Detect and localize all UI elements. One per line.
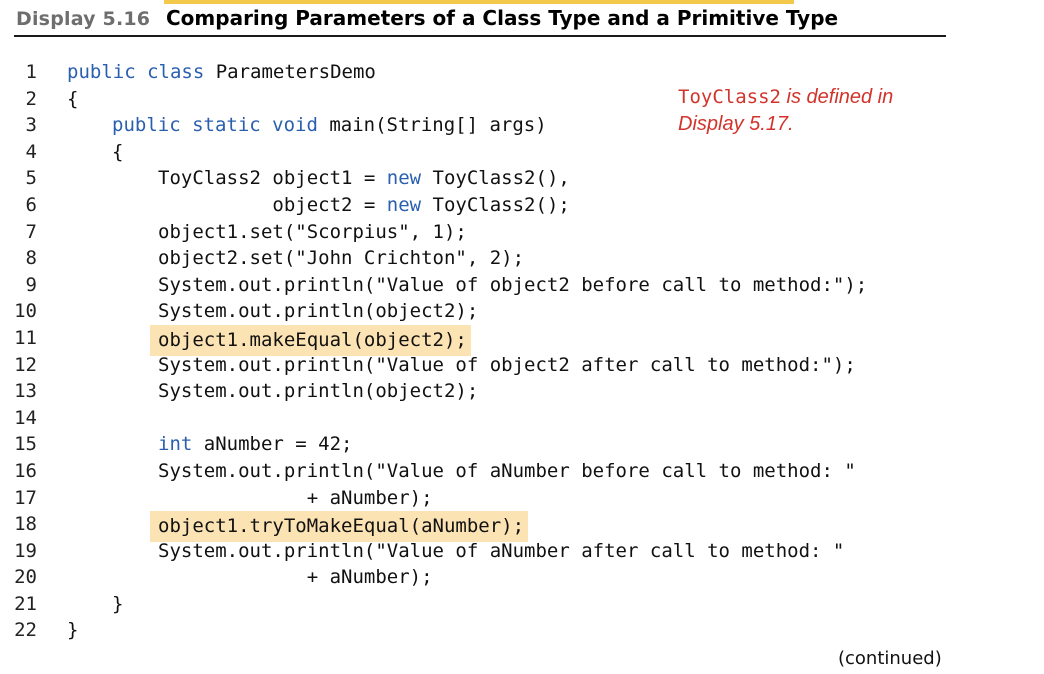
code-line: 9 System.out.println("Value of object2 be… [0,272,1044,299]
line-number: 21 [14,592,37,615]
code-token: } [67,619,79,642]
code-token: object2.set("John Crichton", 2); [158,247,525,270]
line-number: 1 [25,61,37,83]
code-line: 12 System.out.println("Value of object2 a… [0,352,1044,379]
code-text: + aNumber); [158,564,433,591]
code-token: ParametersDemo [215,61,376,83]
line-number: 7 [25,220,37,243]
code-text: System.out.println("Value of object2 aft… [158,352,856,379]
line-number: 18 [14,513,37,536]
code-text: + aNumber); [158,485,433,512]
keyword: new [386,193,422,216]
annotation-text: is defined in [780,86,894,108]
annotation-class-name: ToyClass2 [678,86,781,108]
code-text: object1.set("Scorpius", 1); [158,219,467,246]
keyword: public static void [112,114,330,137]
code-line: 22} [0,617,1044,644]
display-number: Display 5.16 [16,8,151,30]
code-token: main(String[] args) [329,114,547,137]
code-listing: 1 public class ParametersDemo 2 {3 public st… [0,59,1044,644]
code-text: System.out.println(object2); [158,378,478,405]
code-token: System.out.println("Value of object2 bef… [158,273,868,296]
line-number: 2 [25,87,37,110]
code-text: public static void main(String[] args) [112,112,547,139]
code-line: 15 int aNumber = 42; [0,431,1044,458]
code-token: + aNumber); [158,486,433,509]
line-number: 10 [14,300,37,323]
code-text: object2.set("John Crichton", 2); [158,245,524,272]
code-token: aNumber = 42; [192,433,353,456]
code-text: System.out.println("Value of object2 bef… [158,272,867,299]
code-token: ToyClass2 object1 = [158,167,387,190]
code-line: 5 ToyClass2 object1 = new ToyClass2(), [0,165,1044,192]
code-line: 6 object2 = new ToyClass2(); [0,192,1044,219]
line-number: 14 [14,406,37,429]
line-number: 16 [14,459,37,482]
code-token: object1.makeEqual(object2); [158,328,467,351]
line-number: 8 [25,247,37,270]
line-number: 4 [25,140,37,163]
code-line: 21} [0,591,1044,618]
line-number: 6 [25,193,37,216]
annotation-note: ToyClass2 is defined in Display 5.17. [678,84,938,138]
code-line: 14 [0,405,1044,432]
code-token: { [67,87,79,110]
code-token: System.out.println("Value of aNumber aft… [158,539,845,562]
code-token: System.out.println("Value of aNumber bef… [158,459,856,482]
code-text: public class ParametersDemo [67,59,376,86]
code-text: } [67,617,78,644]
line-number: 19 [14,539,37,562]
code-token: + aNumber); [158,566,433,589]
code-text: System.out.println("Value of aNumber bef… [158,458,856,485]
code-text: System.out.println(object2); [158,298,478,325]
code-line: 16 System.out.println("Value of aNumber b… [0,458,1044,485]
code-line: 18 object1.tryToMakeEqual(aNumber); [0,511,1044,542]
code-token: object1.set("Scorpius", 1); [158,220,467,243]
code-token: } [112,592,124,615]
line-number: 13 [14,380,37,403]
code-text: } [112,591,123,618]
code-text: ToyClass2 object1 = new ToyClass2(), [158,165,570,192]
line-number: 3 [25,114,37,137]
code-line: 4{ [0,139,1044,166]
keyword: int [158,433,193,456]
line-number: 20 [14,566,37,589]
code-text: System.out.println("Value of aNumber aft… [158,538,844,565]
code-line: 1 public class ParametersDemo [0,59,1044,86]
code-line: 10 System.out.println(object2); [0,298,1044,325]
code-line: 20 + aNumber); [0,564,1044,591]
code-text: { [67,86,78,113]
line-number: 5 [25,167,37,190]
code-token: ToyClass2(), [421,167,570,190]
code-line: 17 + aNumber); [0,485,1044,512]
line-number: 11 [14,326,37,349]
code-token: object1.tryToMakeEqual(aNumber); [158,515,525,538]
code-line: 8 object2.set("John Crichton", 2); [0,245,1044,272]
line-number: 17 [14,486,37,509]
header-rule [14,35,946,37]
code-line: 7 object1.set("Scorpius", 1); [0,219,1044,246]
code-token: object2 = [158,193,387,216]
code-token: System.out.println(object2); [158,380,479,403]
code-text: object2 = new ToyClass2(); [158,192,570,219]
display-title: Comparing Parameters of a Class Type and… [166,6,839,30]
display-header: Display 5.16 Comparing Parameters of a C… [14,0,946,36]
code-token: { [112,140,124,163]
line-number: 15 [14,433,37,456]
code-line: 11 object1.makeEqual(object2); [0,324,1044,356]
annotation-reference: Display 5.17. [678,113,794,135]
code-token: System.out.println("Value of object2 aft… [158,353,856,376]
code-token: System.out.println(object2); [158,300,479,323]
code-line: 13 System.out.println(object2); [0,378,1044,405]
code-line: 19 System.out.println("Value of aNumber a… [0,538,1044,565]
code-text: { [112,139,123,166]
continued-label: (continued) [838,648,942,669]
keyword: new [386,167,422,190]
line-number: 12 [14,353,37,376]
line-number: 9 [25,273,37,296]
keyword: public class [67,61,216,83]
code-text: int aNumber = 42; [158,431,352,458]
line-number: 22 [14,619,37,642]
code-token: ToyClass2(); [421,193,570,216]
